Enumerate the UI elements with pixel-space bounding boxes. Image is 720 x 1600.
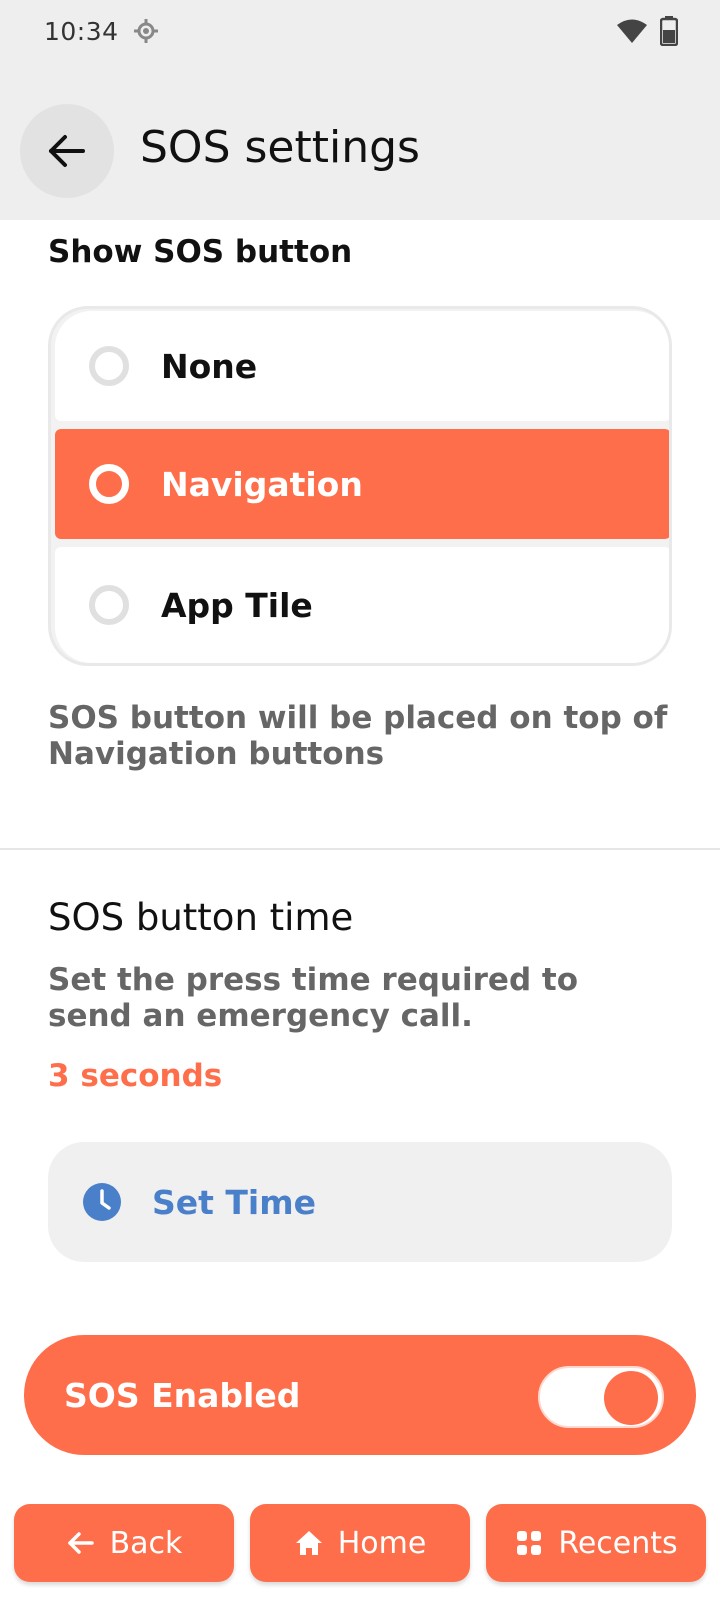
apps-grid-icon (517, 1531, 542, 1555)
arrow-left-icon (67, 1532, 94, 1554)
nav-recents-label: Recents (558, 1525, 678, 1561)
sos-enabled-label: SOS Enabled (64, 1375, 301, 1415)
status-time: 10:34 (44, 16, 119, 46)
bottom-navigation: Back Home Recents (0, 1504, 720, 1584)
sos-time-description: Set the press time required to send an e… (48, 962, 579, 1034)
page-title: SOS settings (140, 122, 420, 173)
sos-placement-radio-group: None Navigation App Tile (48, 306, 672, 666)
sos-enabled-toggle[interactable] (538, 1366, 664, 1428)
app-bar: SOS settings (0, 62, 720, 220)
toggle-knob (604, 1371, 658, 1425)
radio-label: None (161, 346, 258, 386)
nav-recents-button[interactable]: Recents (486, 1504, 706, 1582)
wifi-icon (616, 18, 648, 48)
radio-option-none[interactable]: None (55, 311, 669, 421)
radio-selected-icon (89, 464, 129, 504)
sos-enabled-row[interactable]: SOS Enabled (24, 1335, 696, 1455)
show-sos-label: Show SOS button (48, 234, 353, 270)
sos-time-title: SOS button time (48, 896, 354, 939)
location-icon (133, 18, 159, 44)
set-time-button[interactable]: Set Time (48, 1142, 672, 1262)
nav-back-label: Back (109, 1525, 183, 1561)
battery-icon (659, 16, 679, 50)
radio-unselected-icon (89, 585, 129, 625)
sos-time-value: 3 seconds (48, 1058, 223, 1094)
status-bar: 10:34 (0, 0, 720, 62)
nav-home-button[interactable]: Home (250, 1504, 470, 1582)
nav-back-button[interactable]: Back (14, 1504, 234, 1582)
radio-label: App Tile (161, 585, 313, 625)
radio-unselected-icon (89, 346, 129, 386)
arrow-left-icon (49, 135, 85, 167)
radio-option-app-tile[interactable]: App Tile (55, 547, 669, 663)
radio-label: Navigation (161, 464, 363, 504)
placement-helper-text: SOS button will be placed on top of Navi… (48, 700, 668, 772)
radio-option-navigation[interactable]: Navigation (55, 429, 669, 539)
back-button[interactable] (20, 104, 114, 198)
nav-home-label: Home (337, 1525, 427, 1561)
set-time-label: Set Time (152, 1182, 317, 1222)
home-icon (295, 1531, 322, 1555)
clock-icon (83, 1183, 121, 1221)
divider (0, 848, 720, 850)
